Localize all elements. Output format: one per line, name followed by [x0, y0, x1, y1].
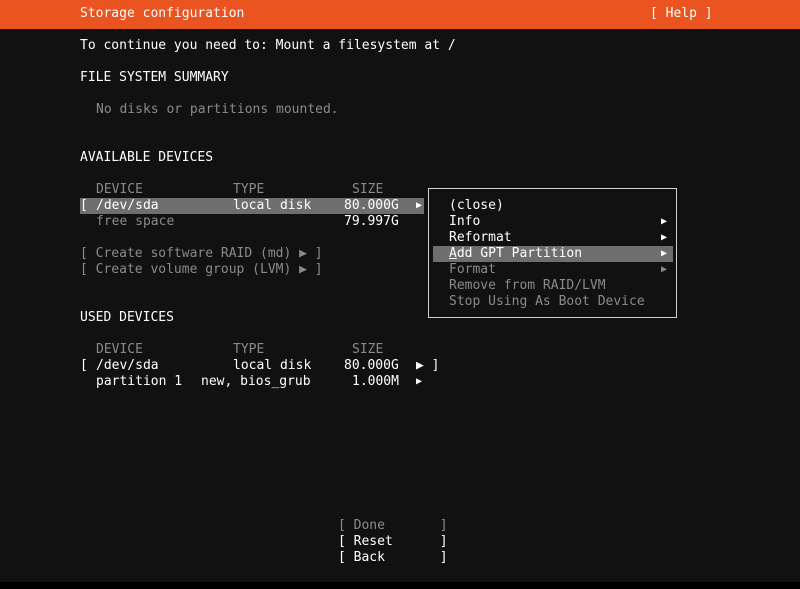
- available-col-type: TYPE: [233, 182, 265, 197]
- submenu-arrow-icon: ▶: [416, 376, 423, 387]
- help-button[interactable]: [ Help ]: [650, 6, 713, 22]
- chevron-right-icon: ▶: [661, 232, 668, 243]
- menu-item-info[interactable]: Info: [449, 214, 480, 230]
- menu-item-close[interactable]: (close): [449, 198, 504, 214]
- menu-item-reformat[interactable]: Reformat: [449, 230, 512, 246]
- used-col-type: TYPE: [233, 342, 265, 357]
- available-row-size: 80.000G: [344, 198, 399, 213]
- fs-summary-heading: FILE SYSTEM SUMMARY: [80, 70, 229, 85]
- row-bracket: [: [80, 198, 88, 213]
- available-row-free-space: free space: [96, 214, 175, 229]
- used-devices-heading: USED DEVICES: [80, 310, 174, 325]
- menu-item-hotkey: A: [449, 246, 457, 261]
- page-title: Storage configuration: [80, 6, 245, 21]
- reset-button[interactable]: [ Reset ]: [338, 534, 448, 550]
- menu-item-format[interactable]: Format: [449, 262, 496, 278]
- done-button[interactable]: [ Done ]: [338, 518, 448, 534]
- used-col-device: DEVICE: [96, 342, 143, 357]
- create-raid-button[interactable]: [ Create software RAID (md) ▶ ]: [80, 246, 323, 262]
- menu-item-remove-raid-lvm[interactable]: Remove from RAID/LVM: [449, 278, 606, 294]
- chevron-right-icon: ▶: [661, 248, 668, 259]
- used-row-type: local disk: [233, 358, 312, 373]
- chevron-right-icon: ▶: [661, 216, 668, 227]
- submenu-arrow-icon: ▶: [416, 200, 423, 211]
- back-button[interactable]: [ Back ]: [338, 550, 448, 566]
- available-row-free-size: 79.997G: [344, 214, 399, 229]
- chevron-right-icon: ▶: [661, 264, 668, 275]
- device-action-menu: (close) Info ▶ Reformat ▶ Add GPT Partit…: [428, 188, 677, 318]
- available-row-device: /dev/sda: [96, 198, 159, 213]
- create-lvm-button[interactable]: [ Create volume group (LVM) ▶ ]: [80, 262, 323, 278]
- menu-item-add-gpt-partition[interactable]: Add GPT Partition: [449, 246, 582, 262]
- submenu-arrow-icon: ▶ ]: [416, 358, 440, 373]
- available-col-device: DEVICE: [96, 182, 143, 197]
- used-row-size: 1.000M: [352, 374, 399, 389]
- available-col-size: SIZE: [352, 182, 384, 197]
- available-devices-heading: AVAILABLE DEVICES: [80, 150, 214, 165]
- used-row-size: 80.000G: [344, 358, 399, 373]
- fs-summary-empty: No disks or partitions mounted.: [96, 102, 339, 117]
- row-bracket: [: [80, 358, 88, 373]
- menu-item-label: dd GPT Partition: [456, 246, 583, 261]
- used-row-device: /dev/sda: [96, 358, 159, 373]
- instruction-text: To continue you need to: Mount a filesys…: [80, 38, 456, 53]
- menu-item-stop-boot-device[interactable]: Stop Using As Boot Device: [449, 294, 645, 310]
- used-row-device: partition 1: [96, 374, 183, 389]
- header-bar: Storage configuration [ Help ]: [0, 0, 800, 29]
- available-row-type: local disk: [233, 198, 312, 213]
- used-col-size: SIZE: [352, 342, 384, 357]
- bottom-bar: [0, 582, 800, 589]
- used-row-type: new, bios_grub: [201, 374, 311, 389]
